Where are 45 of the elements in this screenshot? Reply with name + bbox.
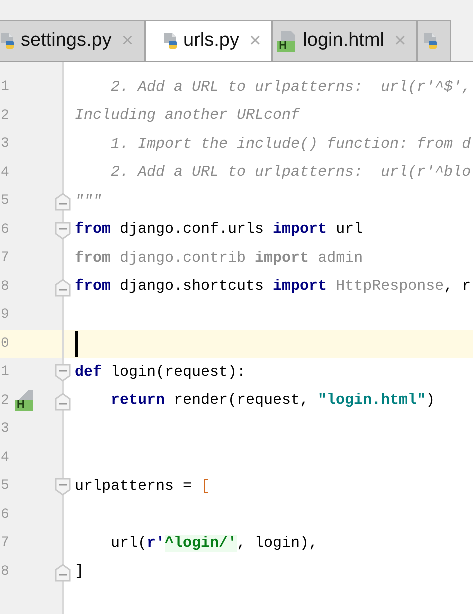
fold-icon[interactable] xyxy=(55,478,71,496)
python-file-icon xyxy=(0,32,17,50)
code-line: from django.contrib import admin xyxy=(75,250,364,267)
line-number: 7 xyxy=(1,250,10,266)
line-number: 2 xyxy=(1,108,10,124)
line-number: 3 xyxy=(1,136,10,152)
line-number: 2 xyxy=(1,392,10,409)
code-line: ] xyxy=(75,563,84,580)
line-number: 0 xyxy=(1,336,10,352)
code-line: url(r'^login/', login), xyxy=(110,534,318,552)
code-line: def login(request): xyxy=(75,364,246,381)
line-number: 7 xyxy=(1,535,10,552)
text-caret xyxy=(75,330,78,357)
code-line: 1. Import the include() function: from d xyxy=(110,136,472,153)
code-line: from django.shortcuts import HttpResponse, r xyxy=(75,278,472,296)
code-line: """ xyxy=(75,192,102,210)
fold-icon[interactable] xyxy=(55,278,71,296)
code-line: urlpatterns = [ xyxy=(75,478,210,495)
code-line: Including another URLconf xyxy=(75,107,300,124)
code-line: 2. Add a URL to urlpatterns: url(r'^blo xyxy=(110,164,472,182)
editor-tab[interactable]: urls.py × xyxy=(144,20,272,61)
editor-tab[interactable]: settings.py × xyxy=(0,20,145,61)
line-number: 9 xyxy=(1,307,10,324)
code-line: return render(request, "login.html") xyxy=(110,392,436,410)
python-file-icon xyxy=(162,32,180,50)
editor-tab[interactable] xyxy=(417,20,452,61)
fold-icon[interactable] xyxy=(55,392,71,410)
fold-icon[interactable] xyxy=(55,364,71,382)
line-number: 6 xyxy=(1,506,10,523)
fold-icon[interactable] xyxy=(55,222,71,240)
line-number: 1 xyxy=(1,364,10,380)
line-number: 5 xyxy=(1,478,10,494)
line-number: 4 xyxy=(1,450,10,466)
editor-tab[interactable]: H login.html × xyxy=(272,20,418,61)
code-line: from django.conf.urls import url xyxy=(75,221,364,238)
line-number: 1 xyxy=(1,79,10,96)
fold-icon[interactable] xyxy=(55,193,71,211)
line-number: 4 xyxy=(1,164,10,181)
line-number: 8 xyxy=(1,278,10,295)
code-line: 2. Add a URL to urlpatterns: url(r'^$', xyxy=(110,78,472,96)
line-number: 3 xyxy=(1,421,10,438)
line-number: 6 xyxy=(1,222,10,238)
fold-icon[interactable] xyxy=(55,564,71,582)
line-number: 5 xyxy=(1,193,10,210)
line-number: 8 xyxy=(1,564,10,580)
